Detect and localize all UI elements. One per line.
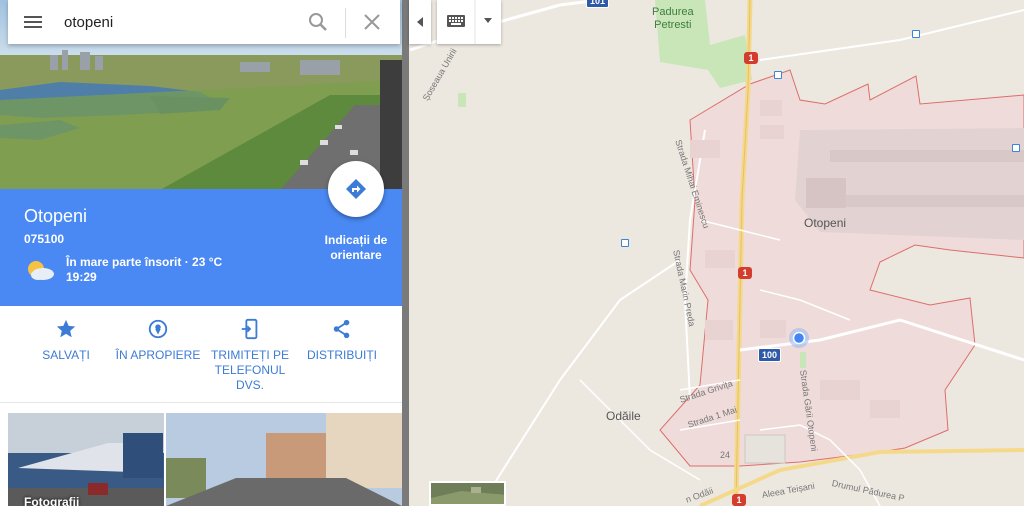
bus-stop-icon[interactable] [1012,144,1020,152]
send-label-2: TELEFONUL [214,363,286,377]
street-number-24: 24 [720,450,731,460]
village-label[interactable]: Odăile [606,409,641,423]
search-input[interactable] [64,10,294,34]
search-icon [309,13,327,31]
route-101-shield: 101 [586,0,610,8]
route-1-shield: 1 [744,52,758,64]
star-icon [56,319,76,338]
share-icon [333,319,350,339]
maps-app: Padurea Petresti Otopeni Odăile Șoseaua … [0,0,1024,506]
forest-label: Padurea Petresti [652,6,694,32]
route-100-shield: 100 [758,348,782,362]
search-button[interactable] [306,10,330,34]
menu-button[interactable] [22,12,46,32]
share-button[interactable]: DISTRIBUIȚI [294,318,390,363]
forest-label-line1: Padurea [652,6,694,18]
directions-label[interactable]: Indicații de orientare [316,233,396,263]
side-panel: Otopeni 075100 În mare parte însorit · 2… [0,0,402,506]
weather-time: 19:29 [66,270,97,284]
share-label: DISTRIBUIȚI [306,348,377,362]
collapse-panel-button[interactable] [409,0,431,44]
directions-label-line1: Indicații de [324,233,388,247]
keyboard-icon [447,0,492,44]
bus-stop-icon[interactable] [621,239,629,247]
nearby-button[interactable]: ÎN APROPIERE [110,318,206,363]
photos-label: Fotografii [24,495,80,506]
weather-info: În mare parte însorit · 23 °C 19:29 [66,255,222,285]
save-button[interactable]: SALVAȚI [18,318,114,363]
partly-sunny-icon [24,257,56,283]
close-icon [364,14,380,30]
caret-left-icon [417,17,423,27]
save-label: SALVAȚI [42,348,90,362]
hamburger-icon [24,16,42,28]
forest-label-line2: Petresti [654,19,692,31]
place-title: Otopeni [24,206,88,226]
directions-label-line2: orientare [330,248,382,262]
send-to-phone-button[interactable]: TRIMITEȚI PE TELEFONUL DVS. [202,318,298,393]
search-divider [345,8,346,38]
search-box [8,0,400,44]
directions-button[interactable] [328,161,384,217]
route-1-shield: 1 [738,267,752,279]
send-label-1: TRIMITEȚI PE [211,348,289,362]
bus-stop-icon[interactable] [774,71,782,79]
photos-strip[interactable]: Fotografii [8,413,402,506]
weather-condition: În mare parte însorit · 23 °C [66,255,223,269]
directions-icon [346,179,366,199]
action-bar: SALVAȚI ÎN APROPIERE TRIMITEȚI PE TELEFO… [0,306,402,403]
postal-code: 075100 [24,232,65,246]
send-label-3: DVS. [235,378,264,392]
nearby-icon [148,319,168,339]
send-to-phone-icon [241,318,258,340]
bus-stop-icon[interactable] [912,30,920,38]
photo-street[interactable] [166,413,402,506]
city-label[interactable]: Otopeni [804,216,846,230]
clear-search-button[interactable] [360,10,384,34]
photo-airport[interactable] [8,413,164,506]
nearby-label: ÎN APROPIERE [115,348,201,362]
keyboard-button[interactable] [437,0,501,44]
layers-thumbnail[interactable] [429,481,506,506]
route-1-shield: 1 [732,494,746,506]
panel-edge [402,0,409,506]
